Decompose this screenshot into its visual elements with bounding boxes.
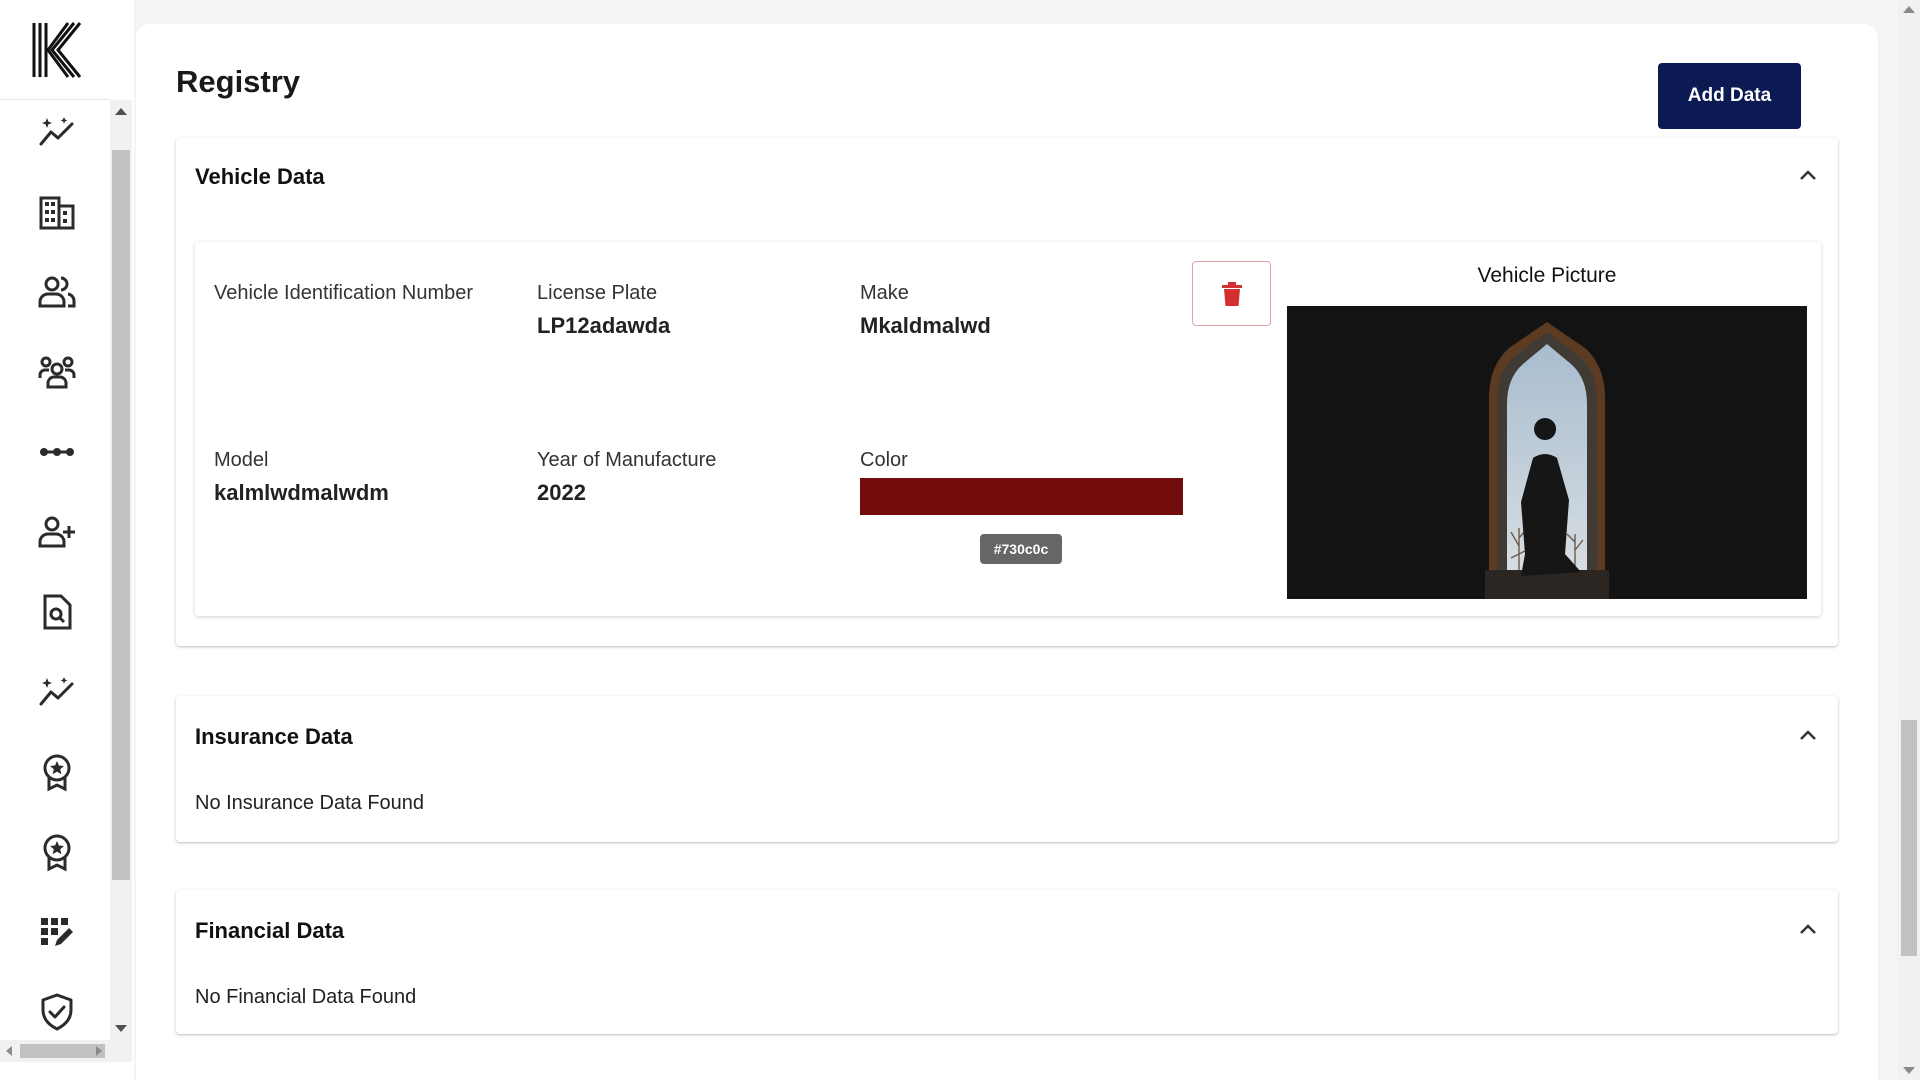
logo[interactable] xyxy=(0,0,110,100)
trend-sparkle-icon xyxy=(39,677,74,706)
scroll-down-icon[interactable] xyxy=(115,1025,127,1032)
vehicle-data-section: Vehicle Data Vehicle Identification Numb… xyxy=(176,138,1838,646)
section-title-insurance: Insurance Data xyxy=(195,724,353,749)
chevron-up-icon[interactable] xyxy=(1796,918,1820,942)
trash-icon xyxy=(1221,281,1242,306)
person-add-icon xyxy=(38,516,75,548)
vin-label: Vehicle Identification Number xyxy=(214,282,474,304)
make-value: Mkaldmalwd xyxy=(860,313,991,338)
k-logo-icon xyxy=(32,21,82,78)
sidebar-item-achievements[interactable] xyxy=(31,826,83,878)
sidebar-horizontal-scrollbar[interactable] xyxy=(0,1040,132,1062)
grid-edit-icon xyxy=(41,918,73,946)
sidebar-item-users[interactable] xyxy=(31,266,83,318)
scroll-down-icon[interactable] xyxy=(1903,1067,1915,1074)
model-value: kalmlwdmalwdm xyxy=(214,480,389,505)
year-label: Year of Manufacture xyxy=(537,449,717,471)
scroll-up-icon[interactable] xyxy=(115,108,127,115)
scroll-left-icon[interactable] xyxy=(6,1046,12,1056)
sidebar-item-companies[interactable] xyxy=(31,186,83,238)
financial-empty-message: No Financial Data Found xyxy=(195,986,417,1008)
page-scrollbar-thumb[interactable] xyxy=(1901,720,1917,956)
delete-vehicle-button[interactable] xyxy=(1192,261,1271,326)
year-value: 2022 xyxy=(537,480,586,505)
vehicle-picture-title: Vehicle Picture xyxy=(1477,264,1617,287)
vehicle-picture-image xyxy=(1287,306,1807,599)
shield-check-icon xyxy=(41,993,73,1031)
trend-sparkle-icon xyxy=(39,117,74,146)
sidebar-item-connections[interactable] xyxy=(31,426,83,478)
model-label: Model xyxy=(214,449,269,471)
chevron-up-icon[interactable] xyxy=(1796,724,1820,748)
financial-data-section: Financial Data No Financial Data Found xyxy=(176,890,1838,1034)
scroll-right-icon[interactable] xyxy=(96,1046,102,1056)
sidebar-item-add-user[interactable] xyxy=(31,506,83,558)
sidebar-item-insights[interactable] xyxy=(31,666,83,718)
page-scrollbar[interactable] xyxy=(1898,0,1920,1080)
section-title-financial: Financial Data xyxy=(195,918,345,943)
sidebar-item-security[interactable] xyxy=(31,986,83,1038)
page-title: Registry xyxy=(176,64,301,99)
add-data-button[interactable]: Add Data xyxy=(1658,63,1801,129)
sidebar-item-analytics[interactable] xyxy=(31,106,83,158)
chevron-up-icon[interactable] xyxy=(1796,164,1820,188)
license-plate-value: LP12adawda xyxy=(537,313,671,338)
section-title-vehicle: Vehicle Data xyxy=(195,164,325,189)
groups-icon xyxy=(38,356,76,389)
insurance-empty-message: No Insurance Data Found xyxy=(195,792,425,814)
sidebar-item-document-search[interactable] xyxy=(31,586,83,638)
dots-line-icon xyxy=(40,448,74,456)
sidebar-item-groups[interactable] xyxy=(31,346,83,398)
registry-panel: Registry Add Data Vehicle Data Vehicle I… xyxy=(136,24,1878,1080)
color-label: Color xyxy=(860,449,908,471)
sidebar-nav xyxy=(0,100,110,1040)
scroll-up-icon[interactable] xyxy=(1903,6,1915,13)
color-hex-tooltip: #730c0c xyxy=(980,534,1062,564)
vehicle-card: Vehicle Identification Number License Pl… xyxy=(195,242,1821,616)
document-search-icon xyxy=(43,594,72,630)
badge-star-icon xyxy=(43,834,71,872)
badge-star-icon xyxy=(43,754,71,792)
sidebar-item-awards[interactable] xyxy=(31,746,83,798)
license-plate-label: License Plate xyxy=(537,282,658,304)
insurance-data-section: Insurance Data No Insurance Data Found xyxy=(176,696,1838,842)
sidebar xyxy=(0,0,134,1080)
vehicle-picture xyxy=(1287,306,1807,599)
people-icon xyxy=(38,276,76,308)
sidebar-scrollbar[interactable] xyxy=(110,100,132,1040)
color-swatch xyxy=(860,478,1183,515)
sidebar-item-grid-edit[interactable] xyxy=(31,906,83,958)
make-label: Make xyxy=(860,282,909,304)
building-icon xyxy=(39,196,75,230)
sidebar-scrollbar-thumb[interactable] xyxy=(112,150,130,880)
sidebar-horizontal-scrollbar-thumb[interactable] xyxy=(20,1044,105,1058)
